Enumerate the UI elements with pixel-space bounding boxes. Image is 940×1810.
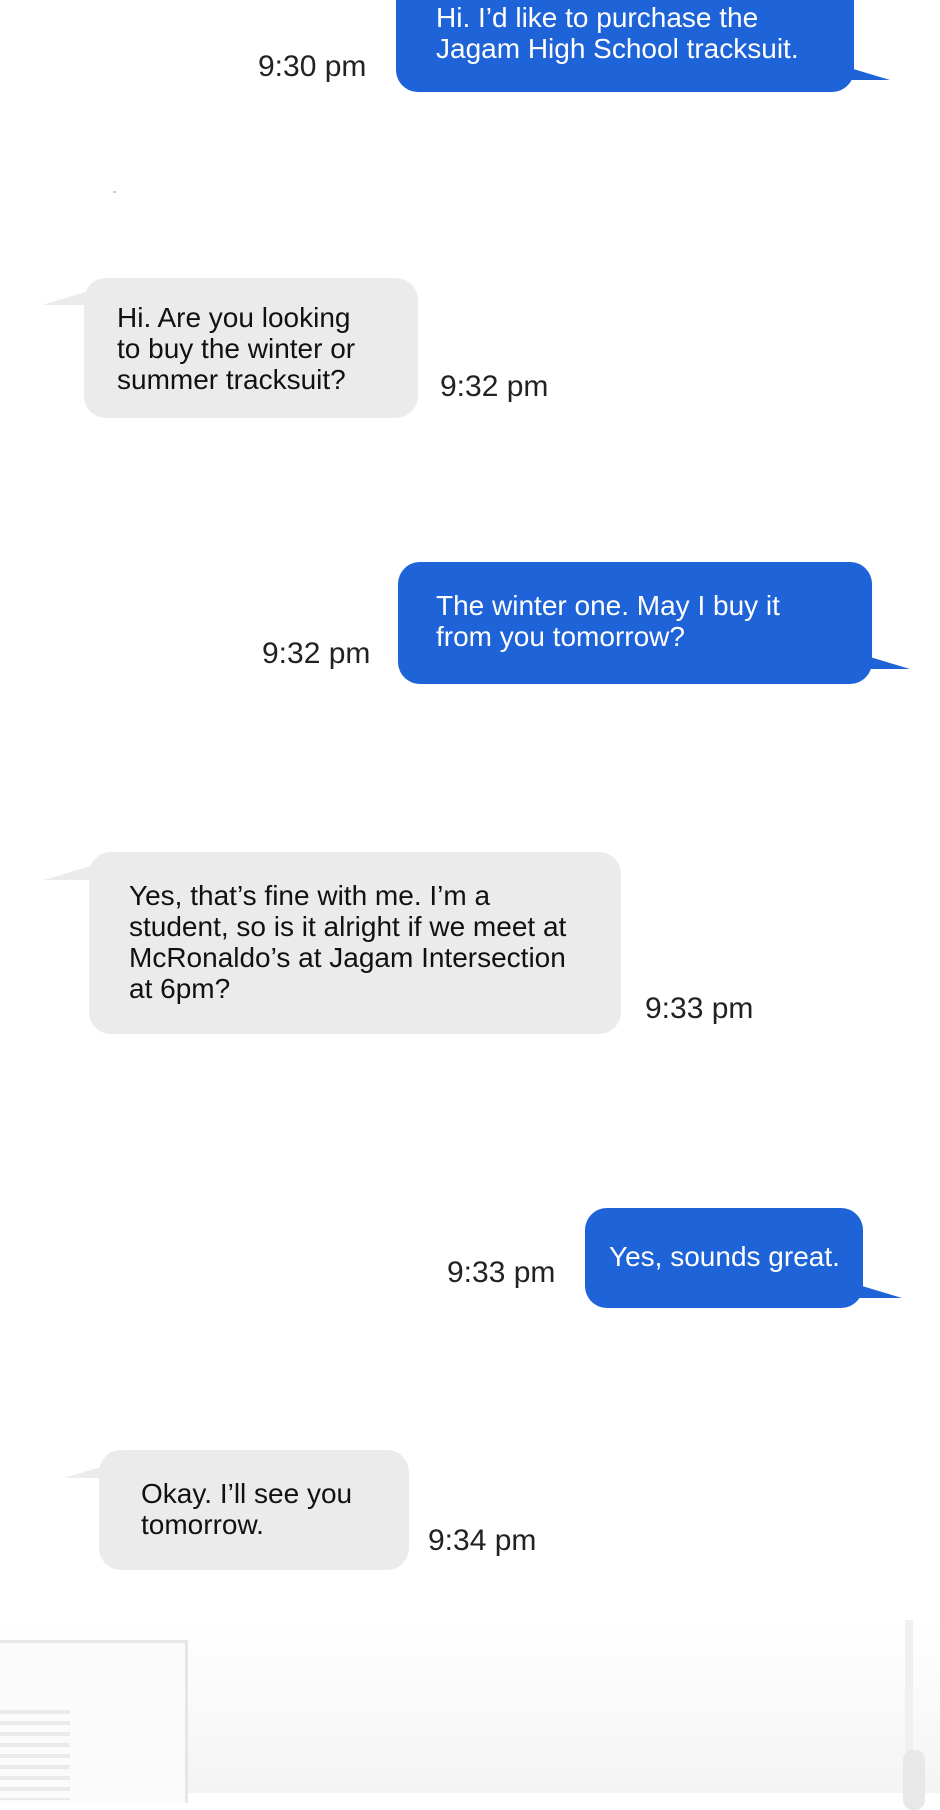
- message-bubble-sent[interactable]: Hi. I’d like to purchase the Jagam High …: [396, 0, 854, 92]
- bubble-tail: [842, 1280, 902, 1298]
- bubble-tail: [850, 651, 910, 669]
- message-timestamp: 9:33 pm: [645, 992, 754, 1025]
- message-timestamp: 9:32 pm: [262, 637, 371, 670]
- message-timestamp: 9:32 pm: [440, 370, 549, 403]
- artifact-dot: [113, 191, 116, 193]
- background-knob: [903, 1750, 925, 1810]
- message-bubble-received[interactable]: Okay. I’ll see you tomorrow.: [99, 1450, 409, 1570]
- message-bubble-received[interactable]: Hi. Are you looking to buy the winter or…: [84, 278, 418, 418]
- message-bubble-sent[interactable]: The winter one. May I buy it from you to…: [398, 562, 872, 684]
- bubble-tail: [64, 1460, 124, 1478]
- bubble-tail: [830, 62, 890, 80]
- message-timestamp: 9:34 pm: [428, 1524, 537, 1557]
- bubble-tail: [44, 862, 104, 880]
- background-room-scene: [0, 1620, 940, 1810]
- background-vent: [0, 1710, 70, 1800]
- message-bubble-received[interactable]: Yes, that’s fine with me. I’m a student,…: [89, 852, 621, 1034]
- bubble-tail: [42, 287, 102, 305]
- message-bubble-sent[interactable]: Yes, sounds great.: [585, 1208, 863, 1308]
- message-timestamp: 9:33 pm: [447, 1256, 556, 1289]
- message-timestamp: 9:30 pm: [258, 50, 367, 83]
